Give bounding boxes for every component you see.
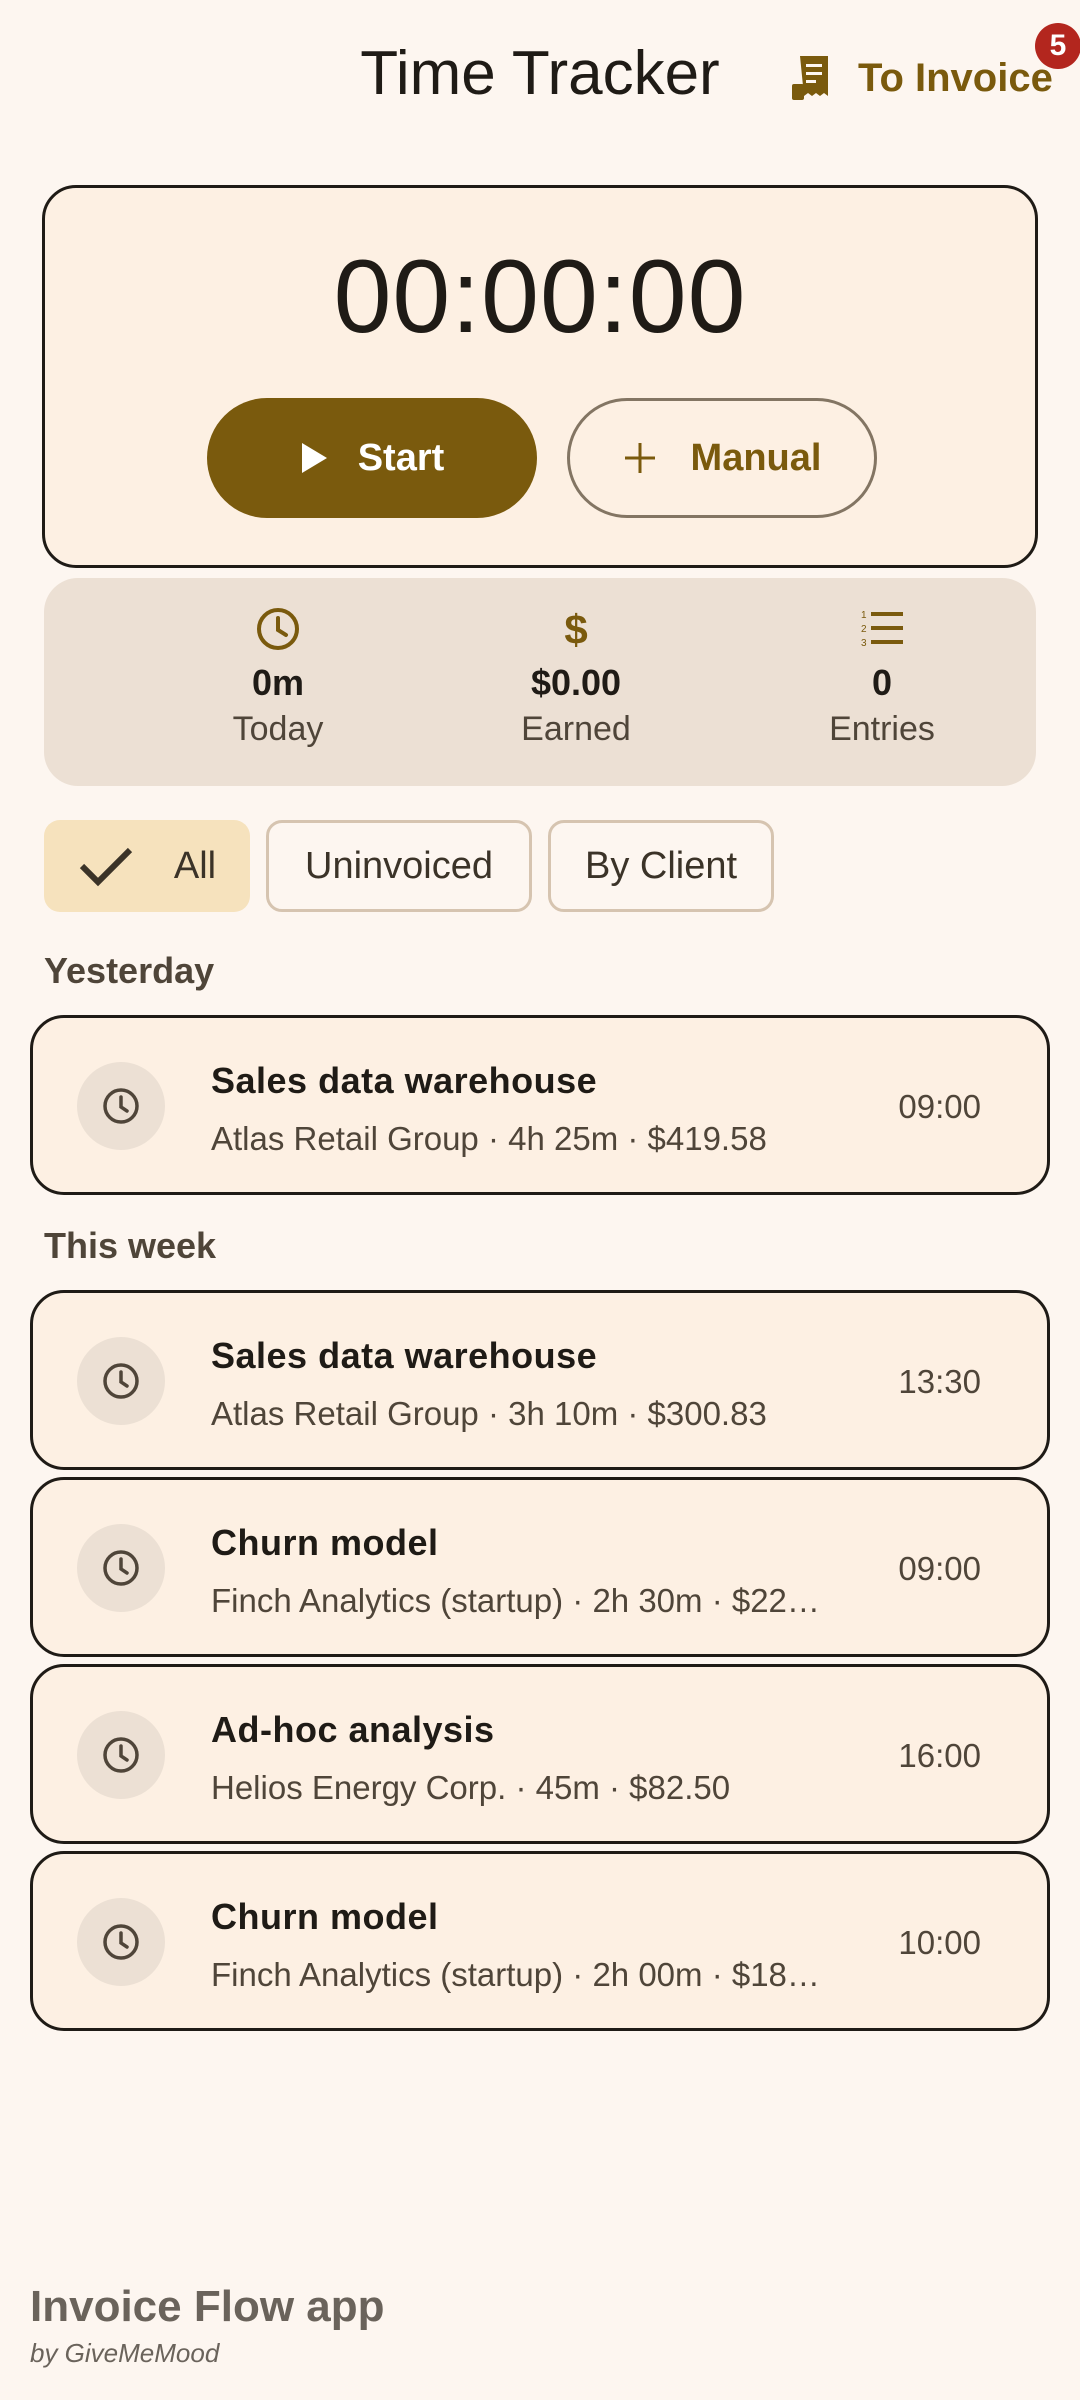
clock-icon <box>103 1088 139 1124</box>
filter-chip-all-label: All <box>173 844 217 887</box>
entry-time: 13:30 <box>898 1363 981 1400</box>
entry-title: Ad-hoc analysis <box>211 1709 495 1750</box>
clock-icon <box>103 1550 139 1586</box>
filter-chip-by-client[interactable]: By Client <box>548 820 774 912</box>
stat-earned: $ $0.00 Earned <box>456 606 696 749</box>
manual-entry-button[interactable]: Manual <box>567 398 877 518</box>
stat-earned-value: $0.00 <box>530 662 622 703</box>
svg-text:1: 1 <box>861 610 867 621</box>
timer-card: 00:00:00 Start Manual <box>42 185 1038 568</box>
entry-subtitle: Atlas Retail Group · 4h 25m · $419.58 <box>211 1120 767 1157</box>
plus-icon <box>624 443 655 473</box>
stats-panel: 0m Today $ $0.00 Earned 1 2 3 0 Entries <box>44 578 1036 786</box>
entry-time: 10:00 <box>898 1924 981 1961</box>
start-button[interactable]: Start <box>207 398 537 518</box>
filter-chip-by-client-label: By Client <box>584 844 738 887</box>
entry-clock-badge <box>77 1337 165 1425</box>
stat-entries-value: 0 <box>871 662 893 703</box>
svg-text:2: 2 <box>861 624 867 635</box>
clock-icon <box>103 1363 139 1399</box>
play-icon <box>301 443 327 473</box>
to-invoice-label: To Invoice <box>858 55 1053 100</box>
stat-entries: 1 2 3 0 Entries <box>762 606 1002 749</box>
footer-byline: by GiveMeMood <box>30 2338 220 2368</box>
timer-display: 00:00:00 <box>333 239 747 355</box>
entry-time: 09:00 <box>898 1088 981 1125</box>
entry-subtitle: Finch Analytics (startup) · 2h 30m · $22… <box>211 1582 820 1619</box>
entry-subtitle: Atlas Retail Group · 3h 10m · $300.83 <box>211 1395 767 1432</box>
time-entry-card[interactable]: Sales data warehouse Atlas Retail Group … <box>30 1290 1050 1470</box>
filter-chip-uninvoiced[interactable]: Uninvoiced <box>266 820 532 912</box>
list-numbered-icon: 1 2 3 <box>861 610 903 649</box>
manual-label: Manual <box>690 436 822 479</box>
entry-subtitle: Finch Analytics (startup) · 2h 00m · $18… <box>211 1956 820 1993</box>
stat-today-label: Today <box>232 710 324 748</box>
clock-icon <box>257 608 299 650</box>
start-label: Start <box>357 436 445 479</box>
time-entry-card[interactable]: Churn model Finch Analytics (startup) · … <box>30 1851 1050 2031</box>
footer-app-name: Invoice Flow app <box>30 2282 385 2331</box>
entry-clock-badge <box>77 1062 165 1150</box>
stat-earned-label: Earned <box>521 710 631 748</box>
entry-title: Churn model <box>211 1522 439 1563</box>
clock-icon <box>103 1924 139 1960</box>
stat-entries-label: Entries <box>829 710 935 748</box>
filter-chip-uninvoiced-label: Uninvoiced <box>305 844 493 887</box>
entry-title: Sales data warehouse <box>211 1335 598 1376</box>
entry-title: Churn model <box>211 1896 439 1937</box>
to-invoice-count-badge: 5 <box>1035 23 1080 69</box>
entry-clock-badge <box>77 1711 165 1799</box>
entry-time: 16:00 <box>898 1737 981 1774</box>
filter-chip-all[interactable]: All <box>44 820 250 912</box>
entry-time: 09:00 <box>898 1550 981 1587</box>
to-invoice-button[interactable]: To Invoice <box>790 50 1053 106</box>
section-header-yesterday: Yesterday <box>44 950 215 991</box>
clock-icon <box>103 1737 139 1773</box>
stat-today-value: 0m <box>251 662 305 703</box>
receipt-icon <box>792 56 828 100</box>
dollar-icon: $ <box>564 606 587 652</box>
time-entry-card[interactable]: Ad-hoc analysis Helios Energy Corp. · 45… <box>30 1664 1050 1844</box>
check-icon <box>79 847 132 887</box>
entry-subtitle: Helios Energy Corp. · 45m · $82.50 <box>211 1769 731 1806</box>
entry-title: Sales data warehouse <box>211 1060 598 1101</box>
time-entry-card[interactable]: Churn model Finch Analytics (startup) · … <box>30 1477 1050 1657</box>
svg-text:$: $ <box>564 606 587 652</box>
stat-today: 0m Today <box>158 606 398 749</box>
top-app-bar: Time Tracker To Invoice 5 <box>0 0 1080 150</box>
svg-text:3: 3 <box>861 638 867 649</box>
entry-clock-badge <box>77 1524 165 1612</box>
footer-branding: Invoice Flow app by GiveMeMood <box>30 2282 385 2369</box>
section-header-this-week: This week <box>44 1225 217 1266</box>
time-entry-card[interactable]: Sales data warehouse Atlas Retail Group … <box>30 1015 1050 1195</box>
entry-clock-badge <box>77 1898 165 1986</box>
